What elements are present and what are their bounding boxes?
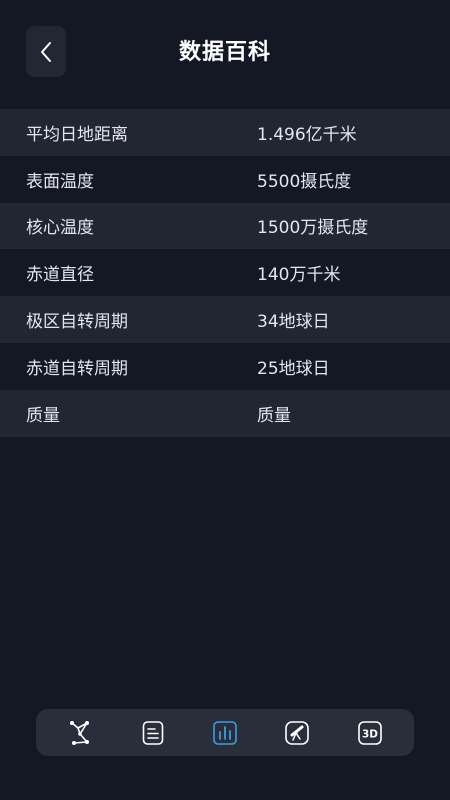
row-value: 25地球日 [257,358,330,379]
tab-constellation[interactable] [55,713,105,753]
tab-document[interactable] [128,713,178,753]
row-value: 34地球日 [257,312,330,333]
telescope-icon [285,720,310,745]
table-row: 平均日地距离 1.496亿千米 [0,109,450,156]
page-title: 数据百科 [178,40,271,65]
tab-data-active[interactable] [200,713,250,753]
data-table: 平均日地距离 1.496亿千米 表面温度 5500摄氏度 核心温度 1500万摄… [0,109,450,437]
row-label: 赤道自转周期 [26,358,128,379]
row-value: 1500万摄氏度 [257,218,369,239]
table-row: 核心温度 1500万摄氏度 [0,202,450,250]
3d-icon-label: 3D [362,728,378,740]
table-row: 极区自转周期 34地球日 [0,296,450,343]
tab-telescope[interactable] [272,713,322,753]
row-value: 质量 [257,405,291,426]
row-label: 平均日地距离 [26,124,128,145]
row-label: 极区自转周期 [26,312,128,333]
table-row: 赤道自转周期 25地球日 [0,343,450,390]
document-list-icon [142,720,163,745]
table-row: 表面温度 5500摄氏度 [0,156,450,203]
row-label: 表面温度 [26,171,94,192]
row-value: 5500摄氏度 [257,171,352,192]
table-row: 质量 质量 [0,389,450,437]
constellation-icon [70,720,90,745]
bar-chart-icon [213,720,237,745]
table-row: 赤道直径 140万千米 [0,249,450,296]
row-label: 核心温度 [26,218,94,239]
row-value: 1.496亿千米 [257,124,357,145]
screen: 数据百科 平均日地距离 1.496亿千米 表面温度 5500摄氏度 核心温度 1… [0,0,450,800]
tab-3d[interactable]: 3D [345,713,395,753]
bottom-tab-bar: 3D [36,709,414,756]
row-value: 140万千米 [257,265,341,286]
3d-icon: 3D [357,720,382,745]
row-label: 赤道直径 [26,265,94,286]
header: 数据百科 [0,0,450,104]
row-label: 质量 [26,405,60,426]
